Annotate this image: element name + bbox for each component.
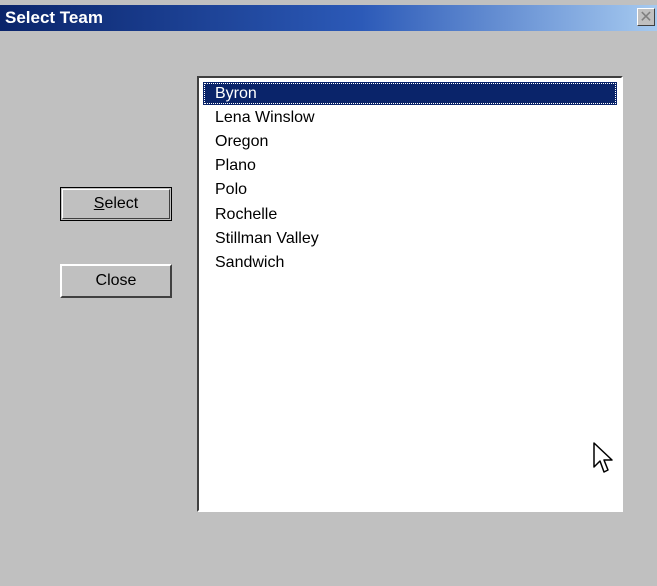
list-item[interactable]: Sandwich <box>203 251 617 274</box>
select-label-rest: elect <box>104 195 139 212</box>
list-item[interactable]: Polo <box>203 178 617 201</box>
team-listbox[interactable]: Byron Lena Winslow Oregon Plano Polo Roc… <box>197 76 623 512</box>
list-item[interactable]: Plano <box>203 154 617 177</box>
close-button-label: Close <box>95 272 137 289</box>
title-bar[interactable]: Select Team ✕ <box>0 5 657 31</box>
select-accesskey: S <box>93 195 105 212</box>
mouse-pointer-icon <box>593 442 613 473</box>
select-button-face: Select <box>62 189 170 219</box>
close-icon[interactable]: ✕ <box>637 8 655 26</box>
list-item[interactable]: Oregon <box>203 130 617 153</box>
close-button[interactable]: Close <box>60 264 172 298</box>
select-team-dialog: Select Team ✕ Select Close Byron Lena Wi… <box>0 0 657 586</box>
dialog-title: Select Team <box>5 8 103 27</box>
list-item[interactable]: Stillman Valley <box>203 227 617 250</box>
list-item[interactable]: Byron <box>203 82 617 105</box>
select-button[interactable]: Select <box>60 187 172 221</box>
list-item[interactable]: Rochelle <box>203 203 617 226</box>
select-button-label: Select <box>94 195 138 213</box>
list-item[interactable]: Lena Winslow <box>203 106 617 129</box>
